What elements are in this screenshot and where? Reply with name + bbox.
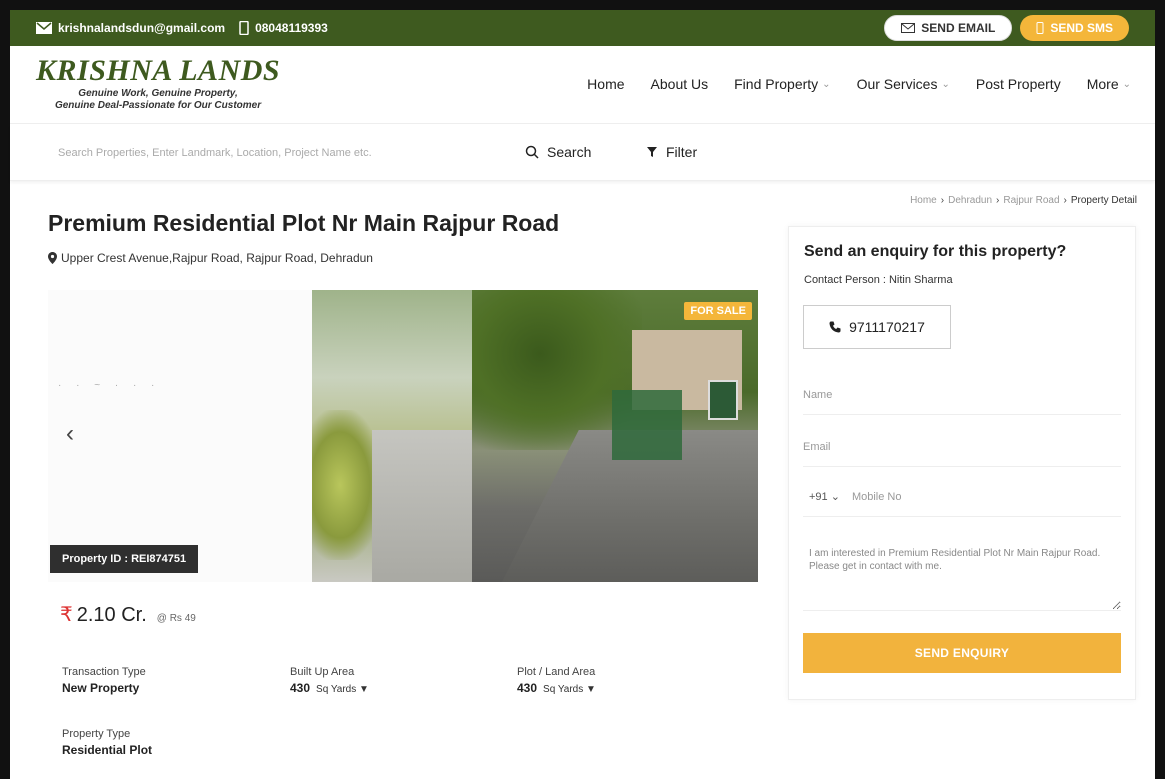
scan-edge-right xyxy=(1155,0,1165,779)
detail-plot-area: Plot / Land Area 430 Sq Yards ▼ xyxy=(517,666,717,695)
search-icon xyxy=(525,145,539,159)
contact-email: krishnalandsdun@gmail.com xyxy=(58,21,226,35)
send-sms-button[interactable]: SEND SMS xyxy=(1020,15,1129,41)
nav-find-property[interactable]: Find Property ⌄ xyxy=(734,76,830,92)
send-email-button[interactable]: SEND EMAIL xyxy=(884,15,1013,41)
chevron-right-icon: › xyxy=(1063,195,1067,206)
blurred-image-fragment: · · ~ · · · xyxy=(58,380,161,391)
breadcrumb-locality[interactable]: Rajpur Road xyxy=(1003,195,1059,206)
phone-contact[interactable]: 08048119393 xyxy=(239,21,328,35)
top-contact-bar: krishnalandsdun@gmail.com 08048119393 SE… xyxy=(10,10,1155,46)
chevron-down-icon: ⌄ xyxy=(822,78,831,90)
filter-icon xyxy=(647,147,657,157)
chevron-right-icon: › xyxy=(996,195,1000,206)
breadcrumb-city[interactable]: Dehradun xyxy=(948,195,992,206)
main-nav: Home About Us Find Property ⌄ Our Service… xyxy=(587,76,1131,92)
breadcrumb: Home › Dehradun › Rajpur Road › Property… xyxy=(910,195,1137,206)
breadcrumb-current: Property Detail xyxy=(1070,195,1137,206)
brand-name: KRISHNA LANDS xyxy=(36,54,281,87)
detail-built-up-area: Built Up Area 430 Sq Yards ▼ xyxy=(290,666,490,695)
rupee-icon: ₹ xyxy=(60,604,73,626)
unit-selector[interactable]: Sq Yards ▼ xyxy=(543,684,596,695)
contact-phone: 08048119393 xyxy=(255,21,328,35)
mail-icon xyxy=(36,22,52,34)
brand-tagline-1: Genuine Work, Genuine Property, xyxy=(78,88,238,99)
detail-label: Built Up Area xyxy=(290,666,355,678)
search-label: Search xyxy=(547,144,592,160)
for-sale-badge: FOR SALE xyxy=(684,302,752,320)
country-code-select[interactable]: +91 ⌄ xyxy=(803,490,852,503)
nav-more[interactable]: More ⌄ xyxy=(1087,76,1131,92)
location-pin-icon xyxy=(48,252,57,264)
photo-signboard xyxy=(708,380,738,420)
detail-transaction-type: Transaction Type New Property xyxy=(62,666,262,695)
detail-value: Residential Plot xyxy=(62,743,262,757)
scan-edge-left xyxy=(0,0,10,779)
address-text: Upper Crest Avenue,Rajpur Road, Rajpur R… xyxy=(61,251,373,265)
nav-post-property[interactable]: Post Property xyxy=(976,76,1061,92)
search-input[interactable] xyxy=(58,142,478,164)
search-bar: Search Filter xyxy=(10,125,1155,181)
mobile-field[interactable] xyxy=(851,490,1121,503)
detail-value-text: 430 xyxy=(290,681,311,695)
contact-person: Contact Person : Nitin Sharma xyxy=(804,274,953,286)
price-rate: @ Rs 49 xyxy=(156,613,196,624)
send-sms-label: SEND SMS xyxy=(1050,21,1113,35)
breadcrumb-home[interactable]: Home xyxy=(910,195,937,206)
enquiry-form: Send an enquiry for this property? Conta… xyxy=(788,226,1136,700)
send-enquiry-button[interactable]: SEND ENQUIRY xyxy=(803,633,1121,673)
send-email-label: SEND EMAIL xyxy=(921,21,996,35)
mobile-row: +91 ⌄ xyxy=(803,477,1121,517)
phone-icon xyxy=(829,321,841,333)
detail-property-type: Property Type Residential Plot xyxy=(62,728,262,757)
message-field[interactable]: I am interested in Premium Residential P… xyxy=(803,537,1121,611)
photo-road xyxy=(372,430,472,582)
property-id-badge: Property ID : REI874751 xyxy=(50,545,199,573)
nav-about-us[interactable]: About Us xyxy=(651,76,709,92)
name-field[interactable] xyxy=(803,375,1121,415)
filter-label: Filter xyxy=(666,144,698,160)
email-contact[interactable]: krishnalandsdun@gmail.com xyxy=(36,21,225,35)
gallery-prev-slide: · · ~ · · · xyxy=(48,290,313,582)
detail-value: 430 Sq Yards ▼ xyxy=(290,681,490,695)
filter-button[interactable]: Filter xyxy=(646,144,697,160)
photo-gate xyxy=(612,390,682,460)
scan-edge-top xyxy=(0,0,1165,10)
page-title: Premium Residential Plot Nr Main Rajpur … xyxy=(48,210,560,236)
detail-label: Plot / Land Area xyxy=(517,666,596,678)
brand-logo[interactable]: KRISHNA LANDS Genuine Work, Genuine Prop… xyxy=(36,54,280,112)
price-value: 2.10 Cr. xyxy=(76,604,147,626)
detail-value-text: Residential Plot xyxy=(62,743,153,757)
unit-selector[interactable]: Sq Yards ▼ xyxy=(316,684,369,695)
chevron-down-icon: ⌄ xyxy=(941,78,950,90)
detail-label: Property Type xyxy=(62,728,131,740)
call-button[interactable]: 9711170217 xyxy=(803,305,951,349)
detail-value-text: 430 xyxy=(517,681,538,695)
search-button[interactable]: Search xyxy=(525,144,591,160)
detail-value: 430 Sq Yards ▼ xyxy=(517,681,717,695)
chevron-down-icon: ⌄ xyxy=(1122,78,1131,90)
nav-our-services[interactable]: Our Services ⌄ xyxy=(857,76,950,92)
property-address: Upper Crest Avenue,Rajpur Road, Rajpur R… xyxy=(48,251,373,265)
nav-home[interactable]: Home xyxy=(587,76,624,92)
gallery-photo-road-blur xyxy=(312,290,472,582)
gallery-prev-arrow-icon[interactable]: ‹ xyxy=(66,420,74,448)
enquiry-heading: Send an enquiry for this property? xyxy=(804,243,1067,260)
mobile-icon xyxy=(239,21,249,35)
detail-value: New Property xyxy=(62,681,262,695)
gallery-photo-main: FOR SALE xyxy=(472,290,758,582)
site-header: KRISHNA LANDS Genuine Work, Genuine Prop… xyxy=(10,46,1155,124)
mobile-icon xyxy=(1036,22,1044,34)
mail-icon xyxy=(901,23,916,33)
call-number: 9711170217 xyxy=(849,319,925,335)
detail-label: Transaction Type xyxy=(62,666,146,678)
property-gallery[interactable]: · · ~ · · · FOR SALE ‹ Property ID : REI… xyxy=(48,290,758,582)
brand-tagline-2: Genuine Deal-Passionate for Our Customer xyxy=(54,100,262,111)
chevron-right-icon: › xyxy=(940,195,945,206)
property-price: ₹ 2.10 Cr. @ Rs 49 xyxy=(60,602,196,627)
email-field[interactable] xyxy=(803,427,1121,467)
detail-value-text: New Property xyxy=(62,681,140,695)
